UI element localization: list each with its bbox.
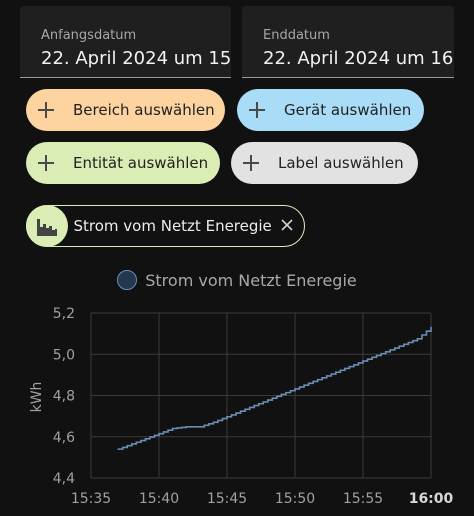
data-point: [131, 443, 133, 445]
select-device-label: Gerät auswählen: [284, 101, 412, 119]
start-date-value: 22. April 2024 um 15:35: [41, 48, 231, 69]
select-device-button[interactable]: Gerät auswählen: [237, 89, 424, 131]
data-point: [199, 426, 201, 428]
y-tick-label: 5,2: [53, 306, 75, 322]
x-tick-label: 15:55: [343, 491, 383, 507]
data-point: [403, 343, 405, 346]
select-label-label: Label auswählen: [278, 154, 404, 172]
data-point: [280, 393, 283, 396]
legend-swatch: [117, 270, 138, 290]
data-point: [117, 448, 119, 450]
data-point: [158, 432, 160, 435]
data-point: [348, 365, 351, 368]
end-date-value: 22. April 2024 um 16:00: [263, 48, 454, 69]
start-date-label: Anfangsdatum: [41, 28, 137, 43]
y-tick-label: 5,0: [53, 347, 75, 363]
data-point: [416, 337, 419, 340]
data-point: [389, 349, 392, 351]
y-tick-label: 4,4: [53, 471, 75, 487]
data-point: [307, 382, 310, 385]
data-point: [375, 354, 378, 357]
y-tick-label: 4,8: [53, 389, 75, 405]
end-date-field[interactable]: Enddatum 22. April 2024 um 16:00: [242, 6, 454, 78]
x-tick-label: 15:40: [139, 491, 179, 507]
select-entity-label: Entität auswählen: [73, 154, 209, 172]
energy-meter-icon: [25, 205, 68, 247]
select-area-label: Bereich auswählen: [73, 101, 215, 119]
y-axis-label: kWh: [29, 382, 45, 413]
plus-icon: [249, 102, 265, 118]
select-entity-button[interactable]: Entität auswählen: [26, 142, 220, 184]
data-point: [321, 376, 324, 379]
end-date-label: Enddatum: [263, 28, 330, 43]
select-area-button[interactable]: Bereich auswählen: [26, 89, 225, 131]
chart-legend[interactable]: Strom vom Netzt Eneregie: [0, 270, 474, 290]
data-point: [171, 427, 174, 430]
data-point: [335, 371, 337, 373]
x-tick-label: 15:35: [71, 491, 111, 507]
start-date-field[interactable]: Anfangsdatum 22. April 2024 um 15:35: [20, 6, 231, 78]
plus-icon: [38, 102, 54, 118]
plus-icon: [38, 155, 54, 171]
data-point: [267, 399, 269, 401]
data-point: [185, 426, 187, 428]
data-point: [253, 404, 255, 407]
remove-entity-icon[interactable]: [280, 218, 294, 232]
x-tick-label: 15:50: [275, 491, 315, 507]
legend-label: Strom vom Netzt Eneregie: [145, 271, 357, 290]
data-point: [294, 388, 296, 390]
select-label-button[interactable]: Label auswählen: [231, 142, 418, 184]
selected-entity-name: Strom vom Netzt Eneregie: [73, 217, 272, 235]
data-point: [430, 326, 432, 329]
selected-entity-chip[interactable]: Strom vom Netzt Eneregie: [25, 205, 305, 247]
y-tick-label: 4,6: [53, 430, 75, 446]
data-point: [226, 415, 228, 418]
x-tick-label: 15:45: [207, 491, 247, 507]
data-point: [362, 360, 364, 362]
series-line: [118, 327, 432, 450]
data-point: [144, 438, 147, 440]
plus-icon: [243, 155, 259, 171]
data-point: [212, 421, 215, 424]
x-tick-label: 16:00: [409, 491, 454, 507]
data-point: [239, 410, 242, 412]
